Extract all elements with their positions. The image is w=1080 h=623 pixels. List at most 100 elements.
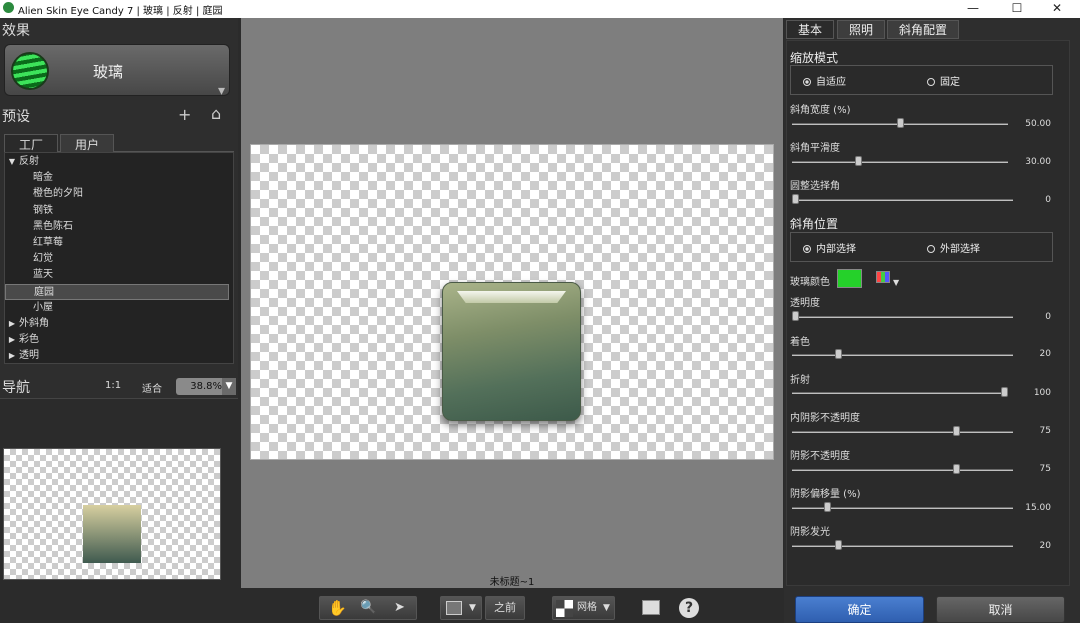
tree-group[interactable]: ▼ 反射 — [5, 154, 229, 170]
close-button[interactable]: ✕ — [1047, 1, 1067, 15]
slider-knob[interactable] — [896, 118, 904, 128]
minimize-button[interactable]: — — [963, 1, 983, 15]
glass-color-label: 玻璃颜色 — [790, 277, 830, 288]
inner-shadow-label: 内阴影不透明度 — [790, 413, 860, 424]
window-title: Alien Skin Eye Candy 7 | 玻璃 | 反射 | 庭园 — [18, 6, 223, 17]
navigator-preview[interactable] — [3, 448, 221, 580]
slider-knob[interactable] — [952, 464, 960, 474]
presets-heading: 预设 — [2, 109, 30, 125]
hand-tool-icon[interactable]: ✋ — [328, 597, 347, 619]
round-corners-slider[interactable] — [792, 199, 1013, 201]
tree-group[interactable]: ▶ 彩色 — [5, 332, 229, 348]
pointer-tool-icon[interactable]: ➤ — [394, 597, 405, 619]
tree-item[interactable]: 钢铁 — [5, 203, 229, 219]
grid-label: 网格 — [577, 602, 597, 613]
zoom-1to1-button[interactable]: 1:1 — [105, 380, 121, 391]
slider-knob[interactable] — [792, 194, 799, 204]
shadow-glow-slider[interactable] — [792, 545, 1013, 547]
bevel-width-value: 50.00 — [1025, 119, 1051, 129]
before-button[interactable]: 之前 — [485, 596, 525, 620]
tree-label: 庭园 — [34, 286, 54, 298]
tint-slider[interactable] — [792, 354, 1013, 356]
radio-icon — [803, 78, 811, 86]
tab-basic[interactable]: 基本 — [786, 20, 835, 39]
preview-canvas[interactable] — [250, 144, 774, 460]
shadow-opacity-slider[interactable] — [792, 469, 1013, 471]
slider-knob[interactable] — [792, 311, 799, 321]
maximize-button[interactable]: ☐ — [1007, 1, 1027, 15]
tab-user[interactable]: 用户 — [60, 134, 115, 152]
preset-tree: ▼ 反射 暗金 橙色的夕阳 钢铁 黑色陈石 红草莓 幻觉 蓝天 庭园 小屋 ▶ 外斜角 ▶ 彩色 ▶ 透明 — [4, 152, 234, 364]
scale-mode-group: 自适应 固定 — [790, 65, 1053, 95]
grid-button[interactable]: 网格 ▼ — [552, 596, 615, 620]
bevel-outside-radio[interactable]: 外部选择 — [927, 240, 980, 255]
slider-knob[interactable] — [952, 426, 960, 436]
zoom-dropdown-icon[interactable]: ▼ — [222, 378, 236, 395]
background-color-button[interactable]: ▼ — [440, 596, 482, 620]
tree-item[interactable]: 小屋 — [5, 300, 229, 316]
tree-item[interactable]: 红草莓 — [5, 235, 229, 251]
tree-item[interactable]: 黑色陈石 — [5, 219, 229, 235]
tree-group[interactable]: ▶ 外斜角 — [5, 316, 229, 332]
radio-icon — [803, 245, 811, 253]
slider-knob[interactable] — [834, 349, 842, 359]
tree-item[interactable]: 暗金 — [5, 170, 229, 186]
tree-label: 红草莓 — [33, 237, 63, 248]
nav-heading: 导航 — [2, 380, 30, 396]
chevron-down-icon[interactable]: ▼ — [893, 278, 899, 287]
home-icon[interactable]: ⌂ — [211, 104, 221, 123]
slider-knob[interactable] — [1001, 387, 1008, 397]
tree-item[interactable]: 幻觉 — [5, 251, 229, 267]
bevel-smoothness-slider[interactable] — [792, 161, 1008, 163]
opacity-slider[interactable] — [792, 316, 1013, 318]
slider-knob[interactable] — [834, 540, 842, 550]
preset-tabs: 工厂 用户 — [4, 132, 234, 152]
effects-heading: 效果 — [2, 23, 30, 39]
slider-knob[interactable] — [824, 502, 832, 512]
tree-group[interactable]: ▶ 透明 — [5, 348, 229, 364]
slider-knob[interactable] — [854, 156, 862, 166]
round-corners-value: 0 — [1045, 195, 1051, 205]
scale-mode-auto-radio[interactable]: 自适应 — [803, 73, 846, 88]
zoom-fit-button[interactable]: 适合 — [142, 380, 162, 395]
window-layout-icon[interactable] — [642, 600, 660, 615]
tree-label: 幻觉 — [33, 253, 53, 265]
opacity-value: 0 — [1045, 312, 1051, 322]
help-icon[interactable]: ? — [679, 598, 699, 618]
effect-selector[interactable]: 玻璃 ▾ — [4, 44, 230, 99]
zoom-tool-icon[interactable]: 🔍 — [360, 597, 376, 619]
ok-button[interactable]: 确定 — [795, 596, 924, 623]
tree-item[interactable]: 庭园 — [5, 283, 229, 300]
radio-label: 内部选择 — [816, 244, 856, 255]
chevron-down-icon: ▼ — [603, 603, 610, 613]
zoom-field[interactable]: 38.8% — [176, 378, 226, 395]
glass-color-swatch[interactable] — [837, 269, 862, 288]
tree-label: 外斜角 — [19, 318, 49, 329]
document-name: 未标题~1 — [489, 577, 535, 588]
tab-lighting[interactable]: 照明 — [837, 20, 886, 39]
tint-value: 20 — [1039, 349, 1051, 359]
swatch-icon — [446, 601, 462, 615]
expand-right-icon: ▶ — [8, 319, 16, 328]
grid-icon — [556, 600, 573, 617]
cancel-button[interactable]: 取消 — [936, 596, 1065, 623]
expand-down-icon: ▼ — [8, 157, 16, 166]
chevron-down-icon[interactable]: ▾ — [218, 83, 225, 99]
tab-bevel-profile[interactable]: 斜角配置 — [887, 20, 960, 39]
tab-factory[interactable]: 工厂 — [4, 134, 59, 152]
add-preset-icon[interactable]: + — [178, 105, 191, 124]
tool-group: ✋ 🔍 ➤ — [319, 596, 417, 620]
tree-item[interactable]: 橙色的夕阳 — [5, 186, 229, 202]
bevel-inside-radio[interactable]: 内部选择 — [803, 240, 856, 255]
scale-mode-fixed-radio[interactable]: 固定 — [927, 73, 960, 88]
tree-item[interactable]: 蓝天 — [5, 267, 229, 283]
bevel-width-label: 斜角宽度 (%) — [790, 105, 851, 116]
refraction-slider[interactable] — [792, 392, 1008, 394]
tree-label: 反射 — [19, 156, 39, 167]
color-palette-icon[interactable] — [876, 271, 890, 283]
radio-icon — [927, 78, 935, 86]
inner-shadow-slider[interactable] — [792, 431, 1013, 433]
radio-icon — [927, 245, 935, 253]
tree-label: 橙色的夕阳 — [33, 188, 83, 200]
glass-effect-icon — [11, 52, 49, 90]
